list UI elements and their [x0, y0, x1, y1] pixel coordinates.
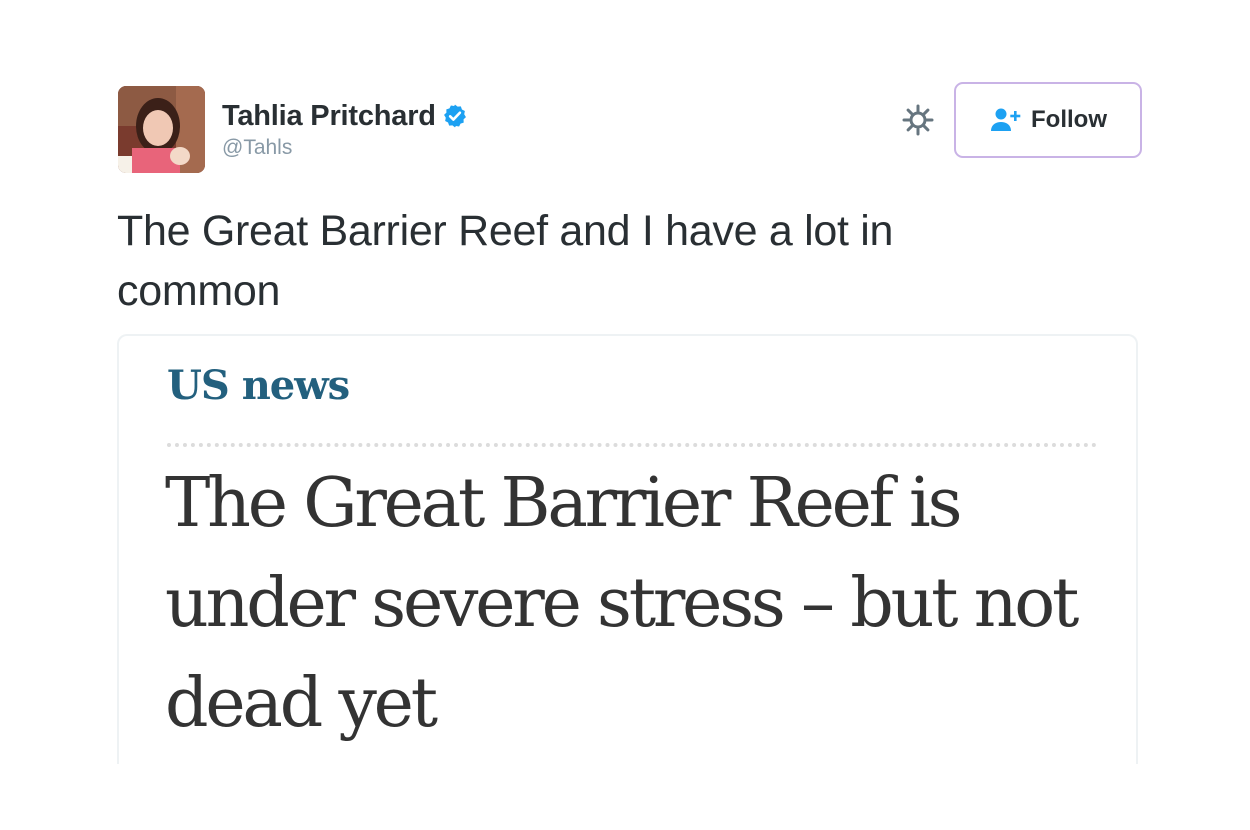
- name-row: Tahlia Pritchard: [222, 98, 468, 134]
- tweet-text: The Great Barrier Reef and I have a lot …: [117, 207, 894, 315]
- handle[interactable]: @Tahls: [222, 136, 468, 160]
- display-name[interactable]: Tahlia Pritchard: [222, 100, 436, 133]
- section-divider: [167, 443, 1097, 447]
- avatar[interactable]: [118, 86, 205, 173]
- profile-photo-icon: [118, 86, 205, 173]
- verified-badge-icon: [442, 103, 468, 129]
- follow-button[interactable]: Follow: [954, 82, 1142, 158]
- user-block: Tahlia Pritchard @Tahls: [222, 98, 468, 160]
- gear-icon[interactable]: [900, 102, 936, 138]
- media-card[interactable]: US news The Great Barrier Reef is under …: [117, 334, 1138, 764]
- section-label: US news: [167, 362, 350, 409]
- add-user-icon: [989, 107, 1023, 133]
- article-headline: The Great Barrier Reef is under severe s…: [165, 464, 1079, 743]
- follow-label: Follow: [1031, 106, 1107, 133]
